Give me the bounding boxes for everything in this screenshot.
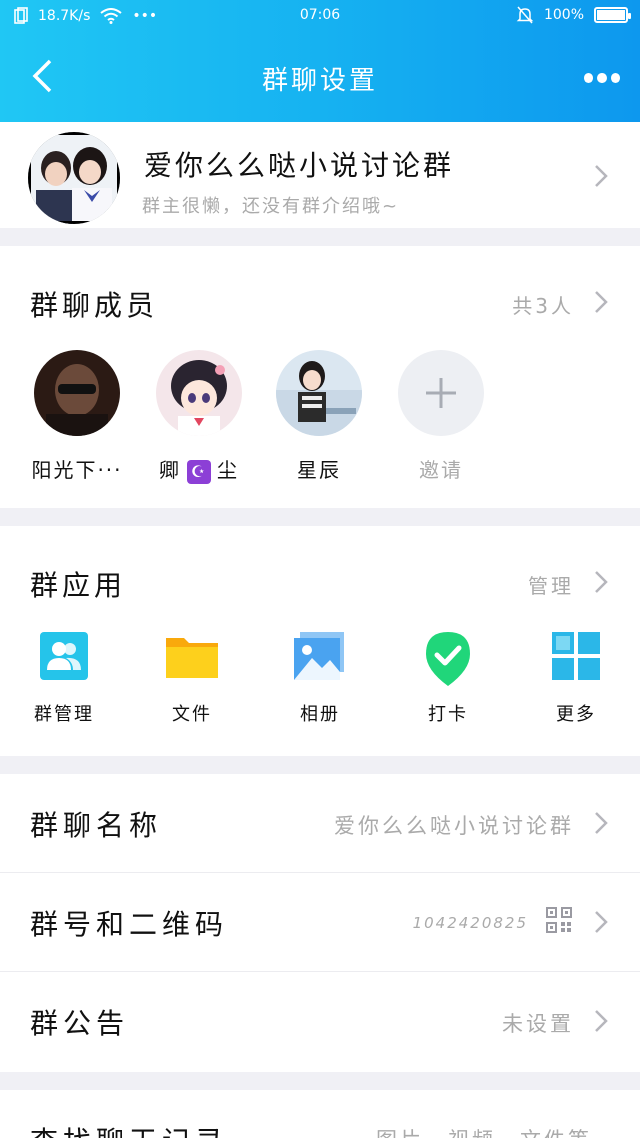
member-avatar (34, 350, 120, 436)
add-icon (398, 350, 484, 436)
chevron-right-icon (594, 910, 608, 934)
app-label: 相册 (300, 704, 340, 725)
app-more[interactable]: 更多 (526, 630, 626, 726)
group-name-label: 群聊名称 (30, 809, 163, 842)
chevron-right-icon (594, 811, 608, 835)
apps-manage-link[interactable]: 管理 (528, 570, 574, 599)
member-name: 星辰 (297, 458, 341, 482)
app-files[interactable]: 文件 (142, 630, 242, 726)
dot-icon (584, 73, 594, 83)
members-card: 群聊成员 共3人 阳光下··· 卿 ☪ 尘 星辰 邀请 (0, 246, 640, 508)
app-label: 文件 (172, 704, 212, 725)
history-value: 图片、视频、文件等 (376, 1124, 592, 1138)
chevron-right-icon (594, 1009, 608, 1033)
group-name-row[interactable]: 群聊名称 爱你么么哒小说讨论群 (0, 774, 640, 873)
chevron-right-icon[interactable] (594, 290, 608, 314)
app-label: 打卡 (428, 704, 468, 725)
group-avatar (28, 132, 120, 224)
invite-label: 邀请 (419, 458, 463, 482)
apps-title: 群应用 (30, 569, 127, 602)
mute-icon (516, 6, 534, 24)
member-name: 阳光下··· (31, 458, 123, 482)
battery-icon (594, 7, 631, 23)
group-name: 爱你么么哒小说讨论群 (144, 149, 455, 182)
more-options-button[interactable] (582, 58, 622, 98)
group-notice-label: 群公告 (30, 1007, 130, 1040)
member-item[interactable]: 阳光下··· (22, 350, 132, 483)
group-profile-card[interactable]: 爱你么么哒小说讨论群 群主很懒，还没有群介绍哦~ (0, 122, 640, 228)
header-bar: 18.7K/s ••• 07:06 100% 群聊设置 (0, 0, 640, 122)
dot-icon (610, 73, 620, 83)
checkin-icon (420, 630, 476, 686)
qr-code-icon (546, 907, 572, 937)
group-settings-list: 群聊名称 爱你么么哒小说讨论群 群号和二维码 1042420825 群公告 未设… (0, 774, 640, 1072)
member-avatar (156, 350, 242, 436)
invite-member-button[interactable]: 邀请 (386, 350, 496, 483)
app-label: 更多 (556, 704, 596, 725)
dot-icon (597, 73, 607, 83)
history-label: 查找聊天记录 (30, 1120, 228, 1138)
group-number-row[interactable]: 群号和二维码 1042420825 (0, 873, 640, 972)
group-intro: 群主很懒，还没有群介绍哦~ (142, 196, 400, 217)
album-icon (292, 630, 348, 682)
group-number-value: 1042420825 (412, 914, 528, 932)
chevron-right-icon[interactable] (594, 570, 608, 594)
member-item[interactable]: 卿 ☪ 尘 (144, 350, 254, 484)
group-apps-card: 群应用 管理 群管理 文件 相册 打卡 更多 (0, 526, 640, 756)
group-number-label: 群号和二维码 (30, 908, 229, 941)
more-apps-icon (548, 630, 604, 682)
search-chat-history-row[interactable]: 查找聊天记录 图片、视频、文件等 (0, 1090, 640, 1138)
group-manage-icon (36, 630, 92, 682)
group-notice-row[interactable]: 群公告 未设置 (0, 972, 640, 1071)
app-checkin[interactable]: 打卡 (398, 630, 498, 726)
folder-icon (164, 630, 220, 682)
group-name-value: 爱你么么哒小说讨论群 (334, 814, 574, 838)
app-group-manage[interactable]: 群管理 (14, 630, 114, 726)
member-count[interactable]: 共3人 (512, 290, 574, 319)
battery-percent: 100% (543, 7, 584, 23)
members-title: 群聊成员 (30, 289, 159, 322)
group-notice-value: 未设置 (502, 1012, 574, 1036)
app-label: 群管理 (34, 704, 94, 725)
moon-badge-icon: ☪ (187, 459, 211, 484)
app-album[interactable]: 相册 (270, 630, 370, 726)
member-avatar (276, 350, 362, 436)
member-item[interactable]: 星辰 (264, 350, 374, 483)
chevron-right-icon (594, 164, 608, 188)
status-bar: 18.7K/s ••• 07:06 100% (0, 0, 640, 34)
page-title: 群聊设置 (261, 66, 378, 96)
member-name: 卿 ☪ 尘 (159, 458, 239, 484)
